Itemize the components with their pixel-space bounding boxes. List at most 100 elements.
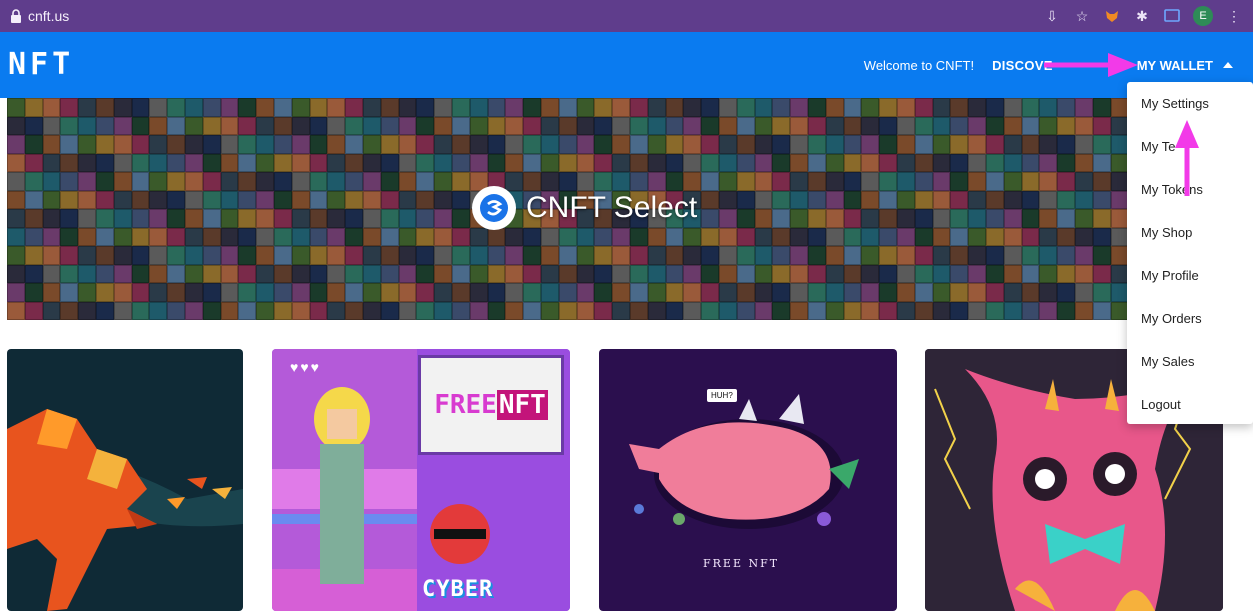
mosaic-tile xyxy=(95,153,114,172)
mosaic-tile xyxy=(861,246,880,265)
mosaic-tile xyxy=(202,190,221,209)
mosaic-tile xyxy=(220,264,239,283)
menu-item-my-orders[interactable]: My Orders xyxy=(1141,311,1202,326)
mosaic-tile xyxy=(1074,135,1093,154)
mosaic-tile xyxy=(701,190,719,209)
mosaic-tile xyxy=(540,283,559,302)
mosaic-tile xyxy=(327,172,346,191)
my-wallet-button[interactable]: MY WALLET xyxy=(1137,58,1233,73)
mosaic-tile xyxy=(309,98,328,117)
mosaic-tile xyxy=(1003,264,1022,283)
mosaic-tile xyxy=(576,246,595,265)
mosaic-tile xyxy=(398,135,417,154)
menu-item-logout[interactable]: Logout xyxy=(1141,397,1181,412)
mosaic-tile xyxy=(256,135,274,154)
site-logo[interactable]: NFT xyxy=(8,46,74,82)
mosaic-tile xyxy=(451,283,470,302)
mosaic-tile xyxy=(398,153,417,172)
mosaic-tile xyxy=(505,116,524,135)
mosaic-tile xyxy=(149,172,168,191)
mosaic-tile xyxy=(131,190,150,209)
address-bar-url[interactable]: cnft.us xyxy=(28,8,69,24)
mosaic-tile xyxy=(256,209,274,228)
mosaic-tile xyxy=(1057,209,1075,228)
nft-card-horse[interactable] xyxy=(7,349,243,611)
mosaic-tile xyxy=(24,246,43,265)
mosaic-tile xyxy=(647,98,666,117)
mosaic-tile xyxy=(825,209,844,228)
mosaic-tile xyxy=(790,98,808,117)
mosaic-tile xyxy=(594,153,613,172)
mosaic-tile xyxy=(825,190,844,209)
fox-extension-icon[interactable] xyxy=(1103,7,1121,25)
mosaic-tile xyxy=(1110,135,1129,154)
mosaic-tile xyxy=(1092,264,1111,283)
nft-card-creature[interactable]: HUH? FREE NFT xyxy=(599,349,897,611)
hero-title-text: CNFT Select xyxy=(526,191,698,224)
mosaic-tile xyxy=(78,283,96,302)
mosaic-tile xyxy=(309,153,328,172)
mosaic-tile xyxy=(309,135,328,154)
mosaic-tile xyxy=(202,227,221,246)
mosaic-tile xyxy=(843,301,862,320)
mosaic-tile xyxy=(131,264,150,283)
mosaic-tile xyxy=(184,135,203,154)
mosaic-tile xyxy=(505,135,524,154)
mosaic-tile xyxy=(612,283,630,302)
mosaic-tile xyxy=(701,209,719,228)
mosaic-tile xyxy=(861,98,880,117)
mosaic-tile xyxy=(594,98,613,117)
mosaic-tile xyxy=(345,98,363,117)
nft-card-cyber-friendz[interactable]: ♥♥♥ FREE NFT CYBER xyxy=(272,349,570,611)
mosaic-tile xyxy=(434,190,452,209)
mosaic-tile xyxy=(754,264,773,283)
mosaic-tile xyxy=(434,116,452,135)
mosaic-tile xyxy=(1110,246,1129,265)
mosaic-tile xyxy=(416,283,435,302)
menu-item-my-shop[interactable]: My Shop xyxy=(1141,225,1192,240)
mosaic-tile xyxy=(380,153,399,172)
mosaic-tile xyxy=(60,153,79,172)
puzzle-extension-icon[interactable]: ✱ xyxy=(1133,7,1151,25)
cast-icon[interactable] xyxy=(1163,7,1181,25)
mosaic-tile xyxy=(629,283,648,302)
install-icon[interactable]: ⇩ xyxy=(1043,7,1061,25)
mosaic-tile xyxy=(879,227,897,246)
mosaic-tile xyxy=(879,98,897,117)
mosaic-tile xyxy=(772,153,791,172)
menu-item-my-profile[interactable]: My Profile xyxy=(1141,268,1199,283)
mosaic-tile xyxy=(24,301,43,320)
mosaic-tile xyxy=(772,172,791,191)
mosaic-tile xyxy=(843,264,862,283)
mosaic-tile xyxy=(362,301,381,320)
mosaic-tile xyxy=(273,190,292,209)
mosaic-tile xyxy=(1003,246,1022,265)
mosaic-tile xyxy=(754,209,773,228)
mosaic-tile xyxy=(416,227,435,246)
mosaic-tile xyxy=(78,190,96,209)
mosaic-tile xyxy=(665,227,684,246)
mosaic-tile xyxy=(42,209,61,228)
mosaic-tile xyxy=(1003,98,1022,117)
mosaic-tile xyxy=(701,116,719,135)
mosaic-tile xyxy=(416,209,435,228)
mosaic-tile xyxy=(594,264,613,283)
menu-item-my-te[interactable]: My Te xyxy=(1141,139,1175,154)
star-icon[interactable]: ☆ xyxy=(1073,7,1091,25)
profile-avatar[interactable]: E xyxy=(1193,6,1213,26)
mosaic-tile xyxy=(754,153,773,172)
mosaic-tile xyxy=(273,172,292,191)
mosaic-tile xyxy=(665,283,684,302)
mosaic-tile xyxy=(950,153,969,172)
mosaic-tile xyxy=(149,209,168,228)
mosaic-tile xyxy=(469,116,488,135)
mosaic-tile xyxy=(451,172,470,191)
mosaic-tile xyxy=(754,135,773,154)
mosaic-tile xyxy=(807,190,826,209)
mosaic-tile xyxy=(790,209,808,228)
menu-item-my-settings[interactable]: My Settings xyxy=(1141,96,1209,111)
kebab-menu-icon[interactable]: ⋮ xyxy=(1225,7,1243,25)
mosaic-tile xyxy=(825,135,844,154)
menu-item-my-sales[interactable]: My Sales xyxy=(1141,354,1194,369)
mosaic-tile xyxy=(291,264,310,283)
